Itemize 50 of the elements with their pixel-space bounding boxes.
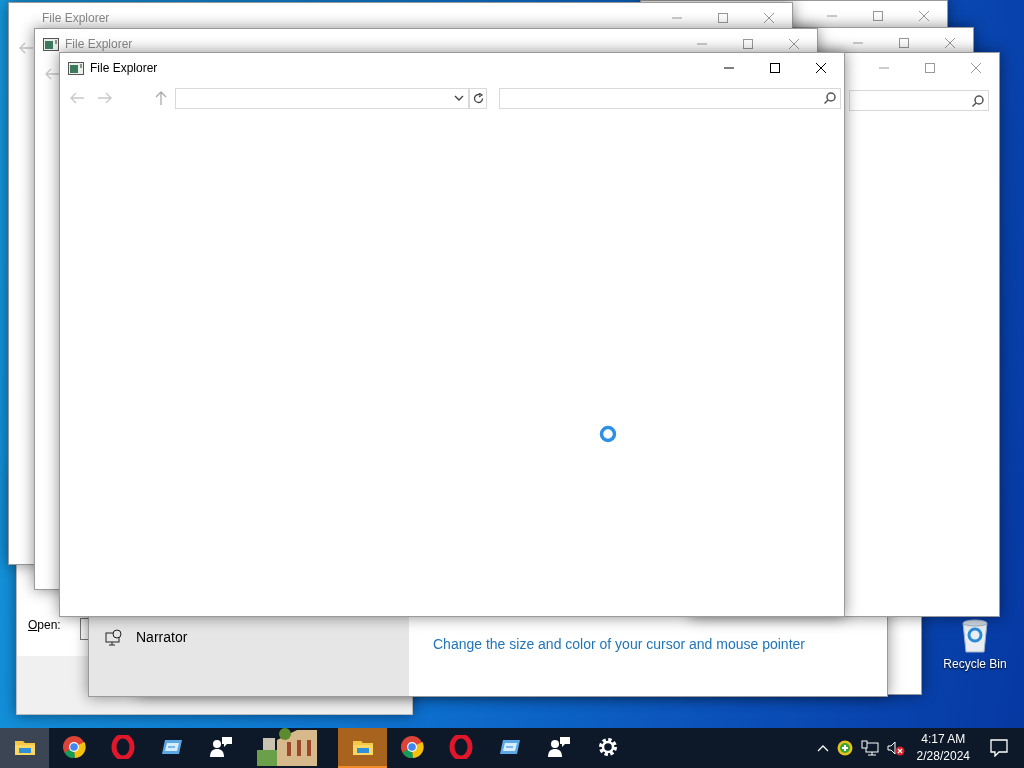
up-button[interactable] bbox=[154, 91, 169, 105]
back-button[interactable] bbox=[70, 91, 85, 105]
caret-icon bbox=[816, 744, 829, 752]
maximize-icon bbox=[899, 38, 909, 48]
chrome-icon bbox=[61, 735, 86, 759]
address-field[interactable] bbox=[175, 87, 469, 109]
opera-icon bbox=[448, 735, 473, 759]
people-icon bbox=[546, 735, 571, 759]
back-button[interactable] bbox=[19, 41, 34, 55]
close-icon bbox=[789, 39, 799, 49]
settings-link[interactable]: Change the size and color of your cursor and mouse pointer bbox=[433, 636, 805, 652]
search-field[interactable] bbox=[499, 87, 841, 109]
input-field[interactable] bbox=[80, 618, 88, 640]
desktop-icon-label[interactable]: Recycle Bin bbox=[943, 655, 1007, 673]
close-icon bbox=[945, 38, 955, 48]
field-label: Open: bbox=[28, 617, 61, 634]
maximize-icon bbox=[770, 63, 780, 73]
muted-speaker-icon bbox=[886, 740, 905, 756]
clock-button[interactable]: 4:17 AM 2/28/2024 bbox=[908, 731, 978, 765]
chrome-icon bbox=[399, 735, 424, 759]
maximize-icon bbox=[925, 63, 935, 73]
refresh-icon bbox=[472, 92, 484, 104]
search-field[interactable] bbox=[849, 90, 989, 111]
window-title: File Explorer bbox=[65, 36, 133, 53]
forward-button[interactable] bbox=[97, 91, 112, 105]
close-icon bbox=[971, 63, 981, 73]
maximize-icon bbox=[873, 11, 883, 21]
search-icon bbox=[972, 94, 984, 107]
people-icon bbox=[208, 735, 233, 759]
plus-icon bbox=[836, 740, 853, 756]
opera-icon bbox=[110, 735, 135, 759]
window-icon bbox=[68, 61, 84, 75]
network-icon bbox=[860, 740, 879, 756]
dropdown-icon[interactable] bbox=[454, 94, 464, 102]
window-title: File Explorer bbox=[90, 60, 158, 77]
refresh-button[interactable] bbox=[469, 87, 487, 109]
maximize-icon bbox=[718, 13, 728, 23]
close-icon bbox=[764, 13, 774, 23]
back-button[interactable] bbox=[45, 67, 60, 81]
window-icon bbox=[43, 37, 59, 51]
loading-spinner-icon bbox=[598, 424, 618, 444]
taskbar-button[interactable] bbox=[0, 728, 49, 768]
maximize-icon bbox=[743, 39, 753, 49]
search-icon bbox=[824, 92, 836, 104]
close-icon bbox=[816, 63, 826, 73]
window-title: File Explorer bbox=[42, 10, 110, 27]
narrator-icon bbox=[105, 629, 122, 646]
recycle-bin-icon[interactable] bbox=[960, 619, 990, 653]
notification-icon bbox=[990, 739, 1008, 757]
close-icon bbox=[919, 11, 929, 21]
